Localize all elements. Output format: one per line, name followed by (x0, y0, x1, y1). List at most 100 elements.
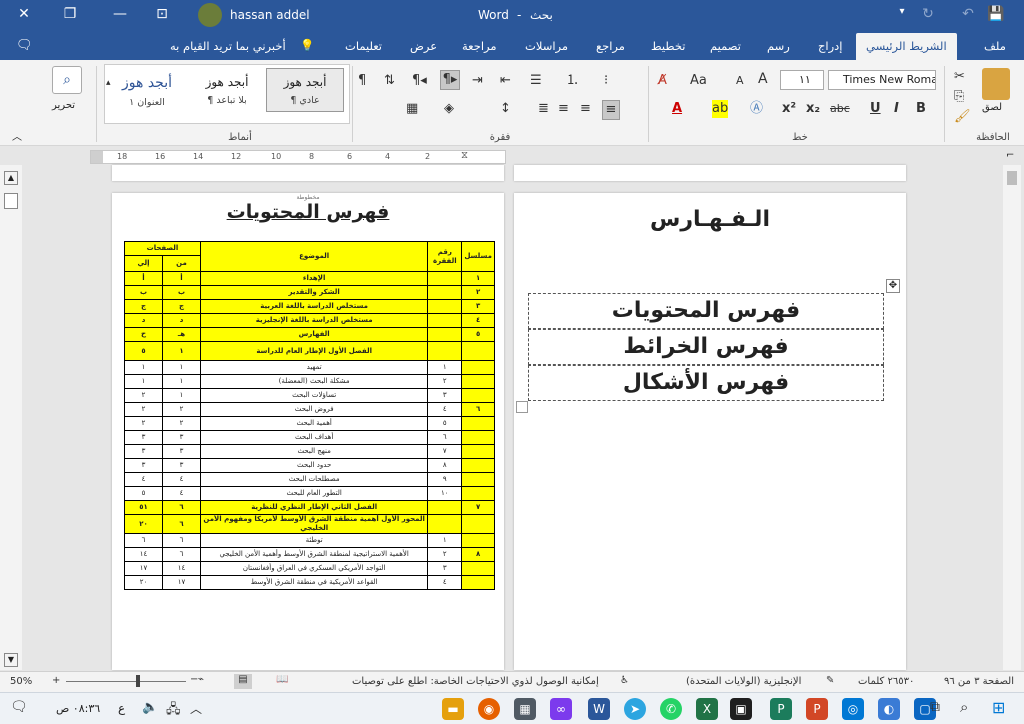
calculator-icon[interactable]: ▦ (514, 698, 536, 720)
find-icon[interactable]: ⌕ (52, 66, 82, 94)
index-item[interactable]: فهرس الأشكال (528, 365, 884, 401)
search-label[interactable]: بحث (530, 8, 553, 22)
ltr-icon[interactable]: ¶▸ (440, 70, 460, 90)
index-item[interactable]: فهرس الخرائط (528, 329, 884, 365)
bold-icon[interactable]: B (916, 100, 926, 118)
tab-home[interactable]: الشريط الرئيسي (856, 33, 957, 60)
tab-review[interactable]: مراجعة (462, 39, 497, 53)
scrollbar-thumb[interactable] (1007, 171, 1017, 185)
ruler-toggle-icon[interactable]: ⌐ (1006, 150, 1014, 161)
scroll-down-icon[interactable]: ▼ (4, 653, 18, 667)
page-count[interactable]: الصفحة ٣ من ٩٦ (944, 676, 1014, 687)
zoom-out-icon[interactable]: + (52, 675, 60, 686)
sort-icon[interactable]: ⇅ (384, 72, 395, 90)
justify-icon[interactable]: ≣ (538, 100, 549, 118)
paste-label[interactable]: لصق (982, 102, 1002, 113)
customize-qat-icon[interactable]: ▾ (890, 6, 914, 17)
zoom-slider-thumb[interactable] (136, 675, 140, 687)
change-case-icon[interactable]: Aa (690, 72, 707, 90)
bullets-icon[interactable]: ⁝ (604, 72, 608, 90)
horizontal-ruler[interactable]: 18 16 14 12 10 8 6 4 2 ⧖ (90, 150, 506, 164)
font-color-icon[interactable]: A (672, 100, 682, 118)
pilcrow-icon[interactable]: ¶ (358, 72, 366, 90)
accessibility-icon[interactable]: ♿ (620, 675, 629, 686)
highlight-icon[interactable]: ab (712, 100, 729, 118)
telegram-icon[interactable]: ➤ (624, 698, 646, 720)
publisher-icon[interactable]: P (770, 698, 792, 720)
avatar[interactable] (198, 3, 222, 27)
save-icon[interactable]: 💾 (984, 6, 1008, 22)
styles-scroll-icon[interactable]: ▴ (106, 74, 111, 92)
language-status[interactable]: الإنجليزية (الولايات المتحدة) (686, 676, 801, 687)
focus-icon[interactable]: ⌁ (198, 674, 204, 685)
table-resize-handle[interactable] (516, 401, 528, 413)
word-taskbar-icon[interactable]: W (588, 698, 610, 720)
cut-icon[interactable]: ✂ (954, 68, 965, 86)
font-name-select[interactable]: Times New Roman (828, 70, 936, 90)
decrease-indent-icon[interactable]: ⇤ (500, 72, 511, 90)
subscript-icon[interactable]: x₂ (806, 100, 820, 118)
tab-insert[interactable]: إدراج (818, 39, 843, 53)
borders-icon[interactable]: ▦ (406, 100, 418, 118)
task-view-icon[interactable]: ⧉ (930, 699, 940, 715)
zoom-level[interactable]: 50% (10, 676, 32, 687)
style-heading1[interactable]: أبجد هوز العنوان ١ (108, 68, 186, 112)
ribbon-display-icon[interactable]: ⊡ (150, 6, 174, 22)
text-effects-icon[interactable]: Ⓐ (750, 100, 763, 118)
input-language[interactable]: ع (118, 701, 125, 715)
word-count[interactable]: ٢٦٥٣٠ كلمات (858, 676, 914, 687)
tab-view[interactable]: عرض (410, 39, 437, 53)
format-painter-icon[interactable]: 🖌 (954, 108, 971, 126)
strikethrough-icon[interactable]: abc (830, 100, 850, 118)
style-no-spacing[interactable]: أبجد هوز ¶ بلا تباعد (188, 68, 266, 112)
terminal-icon[interactable]: ▣ (730, 698, 752, 720)
volume-icon[interactable]: 🔈 (142, 700, 158, 715)
align-left-icon[interactable]: ≡ (602, 100, 620, 120)
underline-icon[interactable]: U (870, 100, 881, 118)
firefox-icon[interactable]: ◉ (478, 698, 500, 720)
tell-me-search[interactable]: أخبرني بما تريد القيام به (170, 39, 286, 53)
scroll-up-icon[interactable]: ▲ (4, 171, 18, 185)
paste-icon[interactable] (982, 68, 1010, 100)
accessibility-status[interactable]: إمكانية الوصول لذوي الاحتياجات الخاصة: ا… (352, 676, 599, 687)
tab-references[interactable]: مراجع (596, 39, 625, 53)
whatsapp-icon[interactable]: ✆ (660, 698, 682, 720)
network-icon[interactable]: 🖧 (166, 700, 181, 722)
italic-icon[interactable]: I (894, 100, 899, 118)
font-size-select[interactable]: ١١ (780, 70, 824, 90)
start-icon[interactable]: ⊞ (992, 698, 1005, 717)
tab-file[interactable]: ملف (984, 39, 1006, 53)
clock[interactable]: ٠٨:٣٦ ص (56, 702, 100, 715)
shrink-font-icon[interactable]: A (736, 72, 744, 90)
redo-icon[interactable]: ↻ (916, 6, 940, 22)
clear-formatting-icon[interactable]: A̸ (658, 72, 667, 90)
increase-indent-icon[interactable]: ⇥ (472, 72, 483, 90)
powerpoint-icon[interactable]: P (806, 698, 828, 720)
user-name[interactable]: hassan addel (230, 8, 310, 22)
numbering-icon[interactable]: ⒈ (566, 72, 579, 90)
notifications-icon[interactable]: 🗨 (10, 699, 28, 715)
document-page-indexes[interactable]: الـفـهـارس ✥ فهرس المحتويات فهرس الخرائط… (514, 193, 906, 670)
collapse-ribbon-icon[interactable]: ︿ (12, 128, 22, 143)
indent-marker-icon[interactable]: ⧖ (461, 150, 468, 161)
show-hidden-icon[interactable]: ︿ (190, 700, 202, 717)
style-normal[interactable]: أبجد هوز ¶ عادي (266, 68, 344, 112)
copy-icon[interactable]: ⎘ (954, 88, 964, 106)
tab-help[interactable]: تعليمات (345, 39, 382, 53)
line-spacing-icon[interactable]: ↕ (500, 100, 511, 118)
restore-icon[interactable]: ❐ (58, 6, 82, 22)
undo-icon[interactable]: ↶ (956, 6, 980, 22)
superscript-icon[interactable]: x² (782, 100, 796, 118)
tab-design[interactable]: تصميم (710, 39, 741, 53)
outlook-icon[interactable]: ◎ (842, 698, 864, 720)
proofing-icon[interactable]: ✎ (826, 675, 834, 686)
center-icon[interactable]: ≡ (580, 100, 591, 118)
multilevel-list-icon[interactable]: ☰ (530, 72, 542, 90)
rtl-icon[interactable]: ¶◂ (412, 72, 427, 90)
tab-draw[interactable]: رسم (767, 39, 790, 53)
minimize-icon[interactable]: — (108, 6, 132, 22)
zoom-slider[interactable] (66, 681, 186, 682)
comments-icon[interactable]: 🗨 (16, 38, 33, 53)
search-icon[interactable]: ⌕ (960, 698, 968, 716)
editing-label[interactable]: تحرير (52, 100, 75, 111)
